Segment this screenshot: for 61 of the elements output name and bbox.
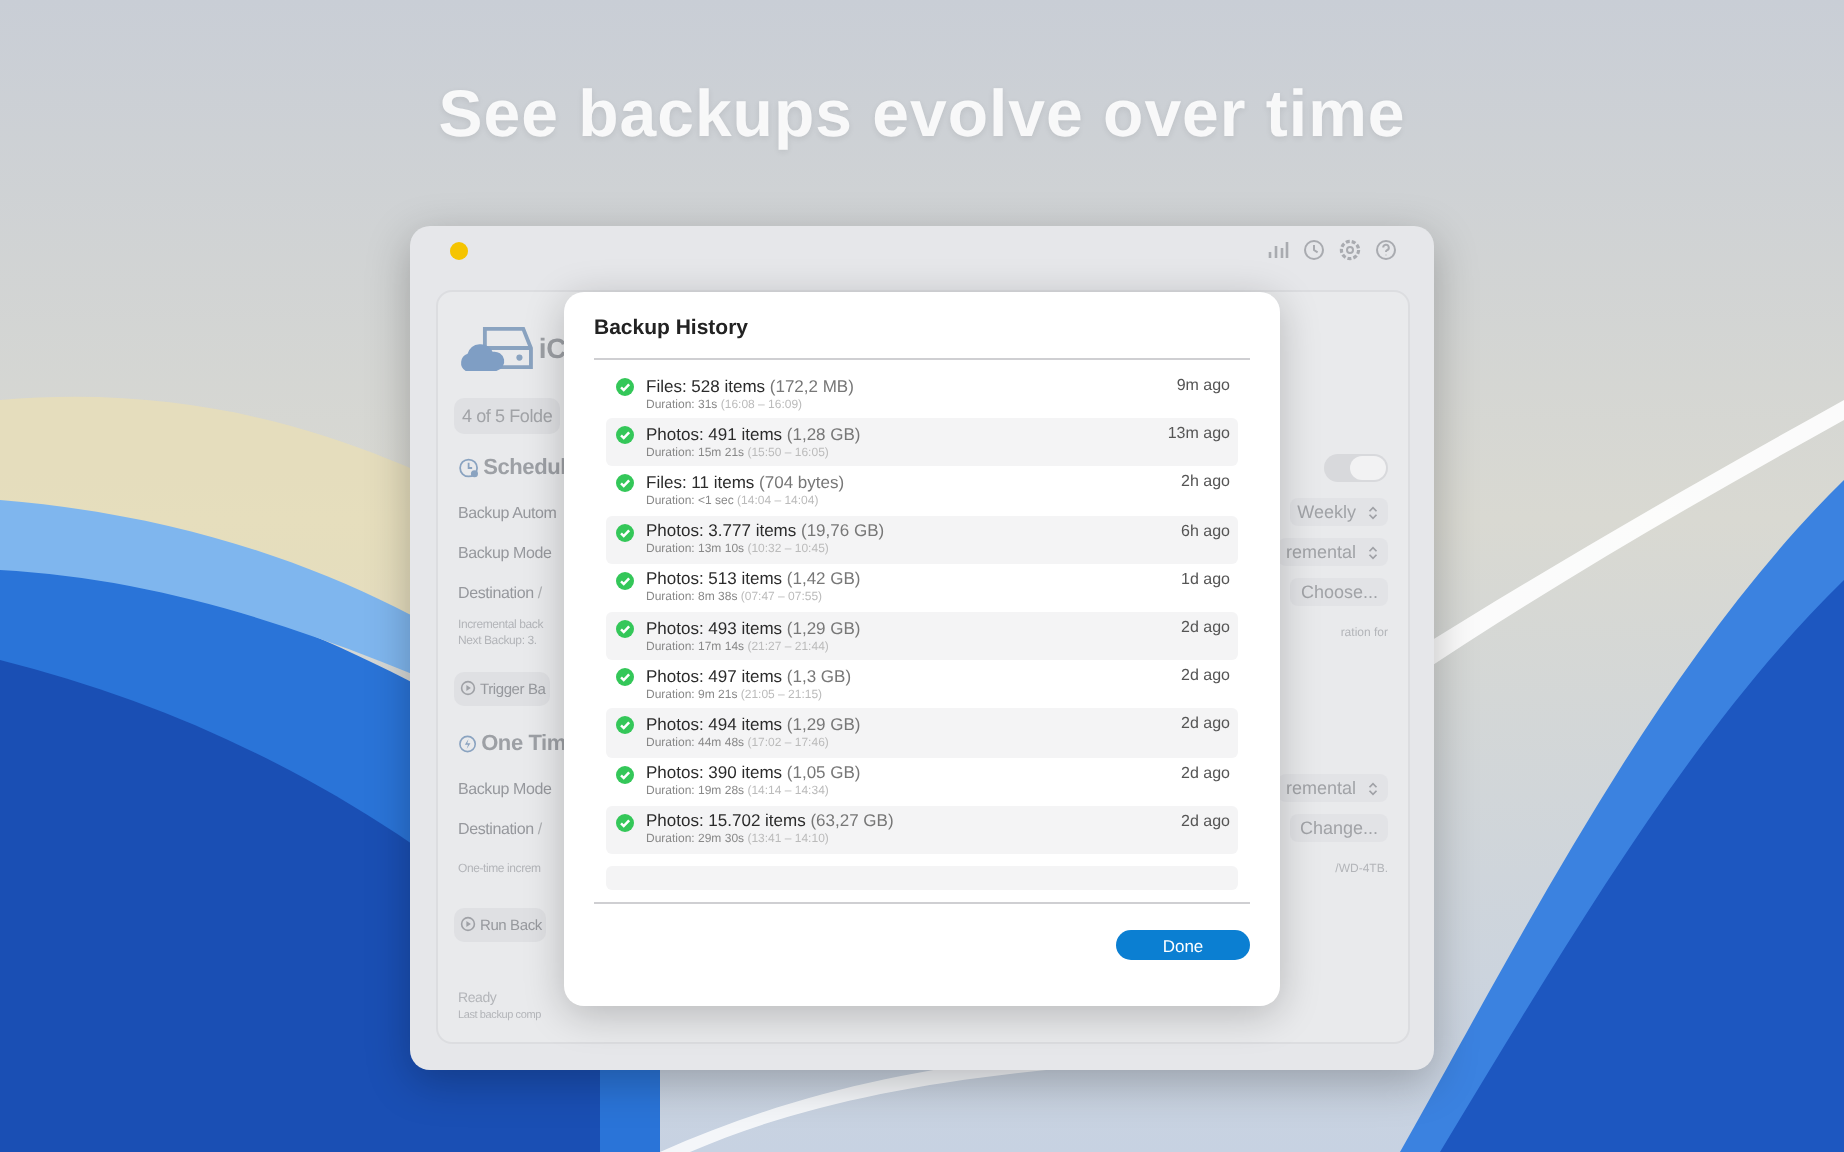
help-icon[interactable] [1374,238,1398,262]
section-title: Schedul [483,456,566,480]
check-icon [616,474,634,493]
time-ago: 2d ago [1181,617,1230,636]
field-label: Backup Mode [458,779,552,797]
time-ago: 2d ago [1181,714,1230,733]
settings-icon[interactable] [1338,238,1362,262]
time-ago: 2d ago [1181,666,1230,685]
dropdown[interactable]: remental [1277,774,1388,802]
window-control[interactable] [450,241,468,259]
entry-title: Files: 11 items (704 bytes) [646,471,847,494]
check-icon [616,523,634,542]
done-button[interactable]: Done [1116,930,1250,960]
entry-title: Photos: 3.777 items (19,76 GB) [646,520,887,543]
time-ago: 6h ago [1181,521,1230,540]
play-icon [460,916,476,932]
entry-title: Photos: 513 items (1,42 GB) [646,568,863,591]
check-icon [616,619,634,638]
app-title: iC [538,332,566,364]
check-icon [616,426,634,445]
field-label: Backup Autom [458,503,557,521]
section-title: One Tim [481,732,566,756]
folder-count-badge: 4 of 5 Folde [454,398,561,434]
dropdown[interactable]: remental [1277,538,1388,566]
choose-button[interactable]: Change... [1289,814,1388,842]
check-icon [616,716,634,735]
entry-title: Photos: 491 items (1,28 GB) [646,423,863,446]
bolt-icon [458,732,478,756]
chevron-icon [1366,543,1380,561]
time-ago: 13m ago [1167,424,1230,443]
field-label: Destination [458,819,534,837]
entry-title: Photos: 497 items (1,3 GB) [646,665,854,688]
check-icon [616,571,634,590]
entry-title: Photos: 494 items (1,29 GB) [646,713,863,736]
chevron-icon [1366,779,1380,797]
entry-title: Photos: 493 items (1,29 GB) [646,617,863,640]
check-icon [616,813,634,832]
time-ago: 1d ago [1181,569,1230,588]
time-ago: 9m ago [1176,376,1230,394]
entry-title: Photos: 390 items (1,05 GB) [646,762,863,785]
play-icon [460,680,476,696]
chart-icon[interactable] [1266,238,1290,262]
path-text: / [537,583,542,601]
time-ago: 2h ago [1181,472,1230,491]
path-text: / [537,819,542,837]
field-label: Backup Mode [458,543,552,561]
check-icon [616,765,634,783]
check-icon [616,378,634,396]
entry-title: Photos: 15.702 items (63,27 GB) [646,810,896,833]
field-label: Destination [458,583,534,601]
time-ago: 2d ago [1181,811,1230,830]
dropdown[interactable]: Weekly [1289,498,1388,526]
check-icon [616,668,634,687]
chevron-icon [1366,503,1380,521]
entry-title: Files: 528 items (172,2 MB) [646,375,856,398]
choose-button[interactable]: Choose... [1290,578,1388,606]
time-ago: 2d ago [1181,763,1230,781]
history-icon[interactable] [1302,238,1326,262]
clock-icon [458,456,480,480]
toggle-switch[interactable] [1324,454,1388,482]
dialog-title: Backup History [594,316,751,340]
